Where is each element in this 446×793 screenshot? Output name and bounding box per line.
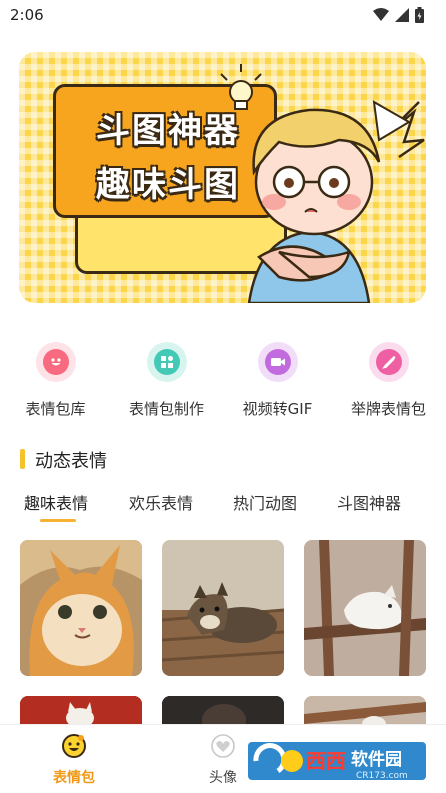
- smile-icon: [42, 349, 69, 375]
- section-accent-bar: [20, 449, 25, 469]
- battery-icon: [415, 7, 424, 23]
- action-circle: [257, 342, 298, 382]
- emoji-face-icon: [62, 734, 86, 758]
- grid-item-white-cat[interactable]: [304, 540, 426, 676]
- svg-text:CR173.com: CR173.com: [356, 771, 408, 781]
- action-label: 表情包库: [25, 400, 86, 418]
- grid-item-cats-red[interactable]: [20, 696, 142, 724]
- cartoon-character-illustration: [220, 64, 425, 303]
- emoji-grid: [20, 540, 426, 724]
- nav-label: 表情包: [53, 770, 95, 786]
- action-emoji-library[interactable]: 表情包库: [0, 342, 111, 419]
- svg-text:西西: 西西: [306, 749, 346, 773]
- status-bar: 2:06: [0, 0, 446, 30]
- grid-item-orange-cat[interactable]: [20, 540, 142, 676]
- action-label: 表情包制作: [128, 400, 204, 418]
- wifi-icon: [373, 8, 389, 21]
- grid-item-white-cat-2[interactable]: [304, 696, 426, 724]
- action-circle: [368, 342, 409, 382]
- tab-hot-gif[interactable]: 热门动图: [233, 490, 297, 514]
- signal-icon: [395, 8, 409, 22]
- grid-icon: [153, 349, 180, 375]
- action-emoji-maker[interactable]: 表情包制作: [111, 342, 222, 419]
- action-sign-emoji[interactable]: 举牌表情包: [333, 342, 444, 419]
- tab-meme-tool[interactable]: 斗图神器: [337, 490, 401, 514]
- section-title: 动态表情: [35, 451, 107, 472]
- grid-item-puppy[interactable]: [162, 540, 284, 676]
- cr173-watermark-logo: 西西 软件园 CR173.com: [248, 742, 426, 781]
- tab-fun-emoji[interactable]: 趣味表情: [24, 490, 88, 514]
- lightbulb-icon: [220, 64, 262, 110]
- grid-item-person-dark[interactable]: [162, 696, 284, 724]
- video-icon: [264, 349, 291, 375]
- action-video-to-gif[interactable]: 视频转GIF: [222, 342, 333, 419]
- svg-text:软件园: 软件园: [351, 749, 402, 770]
- nav-emoji-pack[interactable]: 表情包: [24, 733, 124, 787]
- tab-happy-emoji[interactable]: 欢乐表情: [129, 490, 193, 514]
- action-circle: [35, 342, 76, 382]
- status-time: 2:06: [10, 6, 44, 24]
- active-tab-indicator: [40, 519, 76, 522]
- quick-actions: 表情包库 表情包制作 视频转GIF 举牌表情包: [0, 342, 446, 422]
- action-label: 视频转GIF: [242, 400, 313, 418]
- pen-icon: [375, 349, 402, 375]
- action-label: 举牌表情包: [350, 400, 426, 418]
- heart-avatar-icon: [211, 734, 235, 758]
- action-circle: [146, 342, 187, 382]
- status-icons: [373, 7, 424, 23]
- hero-banner[interactable]: 斗图神器 趣味斗图: [19, 52, 426, 303]
